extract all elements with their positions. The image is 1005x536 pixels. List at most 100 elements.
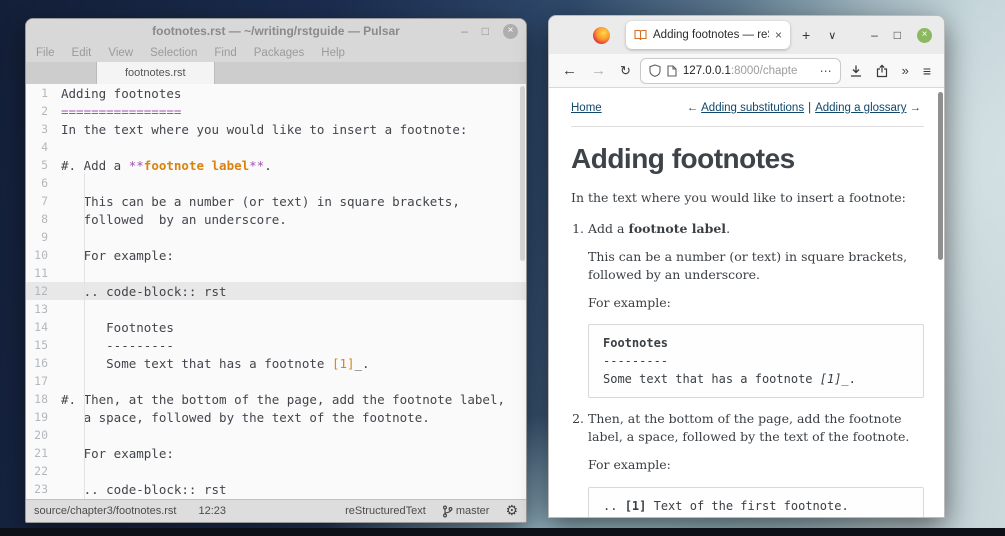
line-number: 20	[34, 428, 48, 442]
prev-page-link[interactable]: Adding substitutions	[701, 102, 804, 114]
menu-packages[interactable]: Packages	[254, 47, 305, 59]
firefox-logo-icon[interactable]	[593, 26, 610, 44]
tab-title: Adding footnotes — reS	[653, 29, 769, 41]
list-item: Then, at the bottom of the page, add the…	[588, 410, 924, 517]
editor-line[interactable]: 6	[26, 174, 526, 192]
editor-line[interactable]: 18 #. Then, at the bottom of the page, ad…	[26, 390, 526, 408]
editor-line[interactable]: 13	[26, 300, 526, 318]
menu-file[interactable]: File	[36, 47, 55, 59]
editor-line[interactable]: 10 For example:	[26, 246, 526, 264]
taskbar-strip	[0, 528, 1005, 536]
menu-edit[interactable]: Edit	[72, 47, 92, 59]
menu-find[interactable]: Find	[214, 47, 236, 59]
overflow-chevron-icon[interactable]: »	[897, 63, 914, 78]
window-title: footnotes.rst — ~/writing/rstguide — Pul…	[152, 24, 400, 38]
status-git-branch[interactable]: master	[456, 505, 490, 517]
list-tabs-icon[interactable]: ∨	[822, 29, 842, 42]
menu-help[interactable]: Help	[321, 47, 345, 59]
editor-line[interactable]: 14 Footnotes	[26, 318, 526, 336]
line-number: 17	[34, 374, 48, 388]
next-arrow-icon: →	[909, 102, 922, 114]
editor-line[interactable]: 7 This can be a number (or text) in squa…	[26, 192, 526, 210]
status-language[interactable]: reStructuredText	[345, 505, 426, 517]
url-host: 127.0.0.1	[682, 64, 731, 77]
page-info-icon[interactable]	[667, 64, 677, 77]
url-text[interactable]: 127.0.0.1:8000/chapte	[683, 65, 814, 77]
editor-line[interactable]: 20	[26, 426, 526, 444]
browser-scrollbar-thumb[interactable]	[938, 92, 943, 260]
maximize-icon[interactable]: □	[482, 25, 489, 37]
pulsar-titlebar[interactable]: footnotes.rst — ~/writing/rstguide — Pul…	[26, 19, 526, 43]
minimize-icon[interactable]: –	[461, 25, 468, 37]
editor-line[interactable]: 22	[26, 462, 526, 480]
new-tab-button[interactable]: +	[796, 27, 816, 43]
editor-line[interactable]: 3 In the text where you would like to ins…	[26, 120, 526, 138]
editor-line[interactable]: 8 followed by an underscore.	[26, 210, 526, 228]
line-number: 10	[34, 248, 48, 262]
editor-line[interactable]: 1 Adding footnotes	[26, 84, 526, 102]
download-icon[interactable]	[845, 64, 867, 78]
pulsar-statusbar: source/chapter3/footnotes.rst 12:23 reSt…	[26, 499, 526, 522]
line-number: 18	[34, 392, 48, 406]
url-path: :8000/chapte	[730, 64, 798, 77]
share-icon[interactable]	[871, 64, 893, 78]
git-branch-icon	[442, 505, 453, 518]
menu-selection[interactable]: Selection	[150, 47, 197, 59]
indent-guide	[84, 174, 85, 499]
line-number: 21	[34, 446, 48, 460]
editor-line[interactable]: 19 a space, followed by the text of the …	[26, 408, 526, 426]
tab-close-icon[interactable]: ×	[775, 28, 782, 42]
editor-line[interactable]: 24	[26, 498, 526, 499]
code-block: .. [1] Text of the first footnote.	[588, 486, 924, 517]
line-number: 3	[41, 122, 48, 136]
editor-line[interactable]: 12 .. code-block:: rst	[26, 282, 526, 300]
editor-line[interactable]: 23 .. code-block:: rst	[26, 480, 526, 498]
editor-line[interactable]: 2 ================	[26, 102, 526, 120]
close-icon[interactable]: ×	[503, 23, 518, 39]
editor-line[interactable]: 11	[26, 264, 526, 282]
editor-line[interactable]: 9	[26, 228, 526, 246]
line-number: 4	[41, 140, 48, 154]
url-more-icon[interactable]: ⋯	[820, 64, 832, 78]
menu-view[interactable]: View	[108, 47, 133, 59]
editor-pane[interactable]: 1 Adding footnotes 2 ================ 3 In th…	[26, 84, 526, 499]
line-number: 7	[41, 194, 48, 208]
nav-divider	[571, 126, 924, 127]
editor-line[interactable]: 4	[26, 138, 526, 156]
reload-icon[interactable]: ↻	[615, 63, 636, 79]
editor-line[interactable]: 17	[26, 372, 526, 390]
browser-tab-active[interactable]: Adding footnotes — reS ×	[626, 21, 790, 49]
editor-line[interactable]: 15 ---------	[26, 336, 526, 354]
home-link[interactable]: Home	[571, 102, 602, 114]
next-page-link[interactable]: Adding a glossary	[815, 102, 906, 114]
close-icon[interactable]: ×	[917, 27, 932, 43]
line-number: 6	[41, 176, 48, 190]
editor-line[interactable]: 5 #. Add a **footnote label**.	[26, 156, 526, 174]
page-title: Adding footnotes	[571, 143, 795, 174]
editor-line[interactable]: 21 For example:	[26, 444, 526, 462]
back-icon[interactable]: ←	[557, 62, 582, 79]
pulsar-window: footnotes.rst — ~/writing/rstguide — Pul…	[25, 18, 527, 523]
editor-scrollbar[interactable]	[520, 86, 525, 261]
browser-content: Home ← Adding substitutions | Adding a glos…	[549, 88, 944, 517]
tab-footnotes-rst[interactable]: footnotes.rst	[96, 62, 215, 84]
example-label: For example:	[588, 457, 671, 473]
line-number: 19	[34, 410, 48, 424]
example-label: For example:	[588, 295, 671, 310]
editor-lines: 1 Adding footnotes 2 ================ 3 In th…	[26, 84, 526, 499]
minimize-icon[interactable]: –	[871, 28, 878, 42]
line-number: 12	[34, 284, 48, 298]
gear-icon[interactable]: ⚙	[505, 503, 518, 519]
status-file-path: source/chapter3/footnotes.rst	[34, 505, 177, 517]
forward-icon[interactable]: →	[586, 62, 611, 79]
line-number: 13	[34, 302, 48, 316]
pulsar-tabbar: footnotes.rst	[26, 62, 526, 84]
pulsar-menubar: File Edit View Selection Find Packages H…	[26, 43, 526, 62]
hamburger-menu-icon[interactable]: ≡	[918, 63, 936, 79]
list-item-paragraph: This can be a number (or text) in square…	[588, 248, 908, 282]
url-bar[interactable]: 127.0.0.1:8000/chapte ⋯	[639, 57, 841, 84]
editor-line[interactable]: 16 Some text that has a footnote [1]_.	[26, 354, 526, 372]
prev-arrow-icon: ←	[686, 102, 699, 114]
line-number: 22	[34, 464, 48, 478]
maximize-icon[interactable]: □	[894, 28, 901, 42]
